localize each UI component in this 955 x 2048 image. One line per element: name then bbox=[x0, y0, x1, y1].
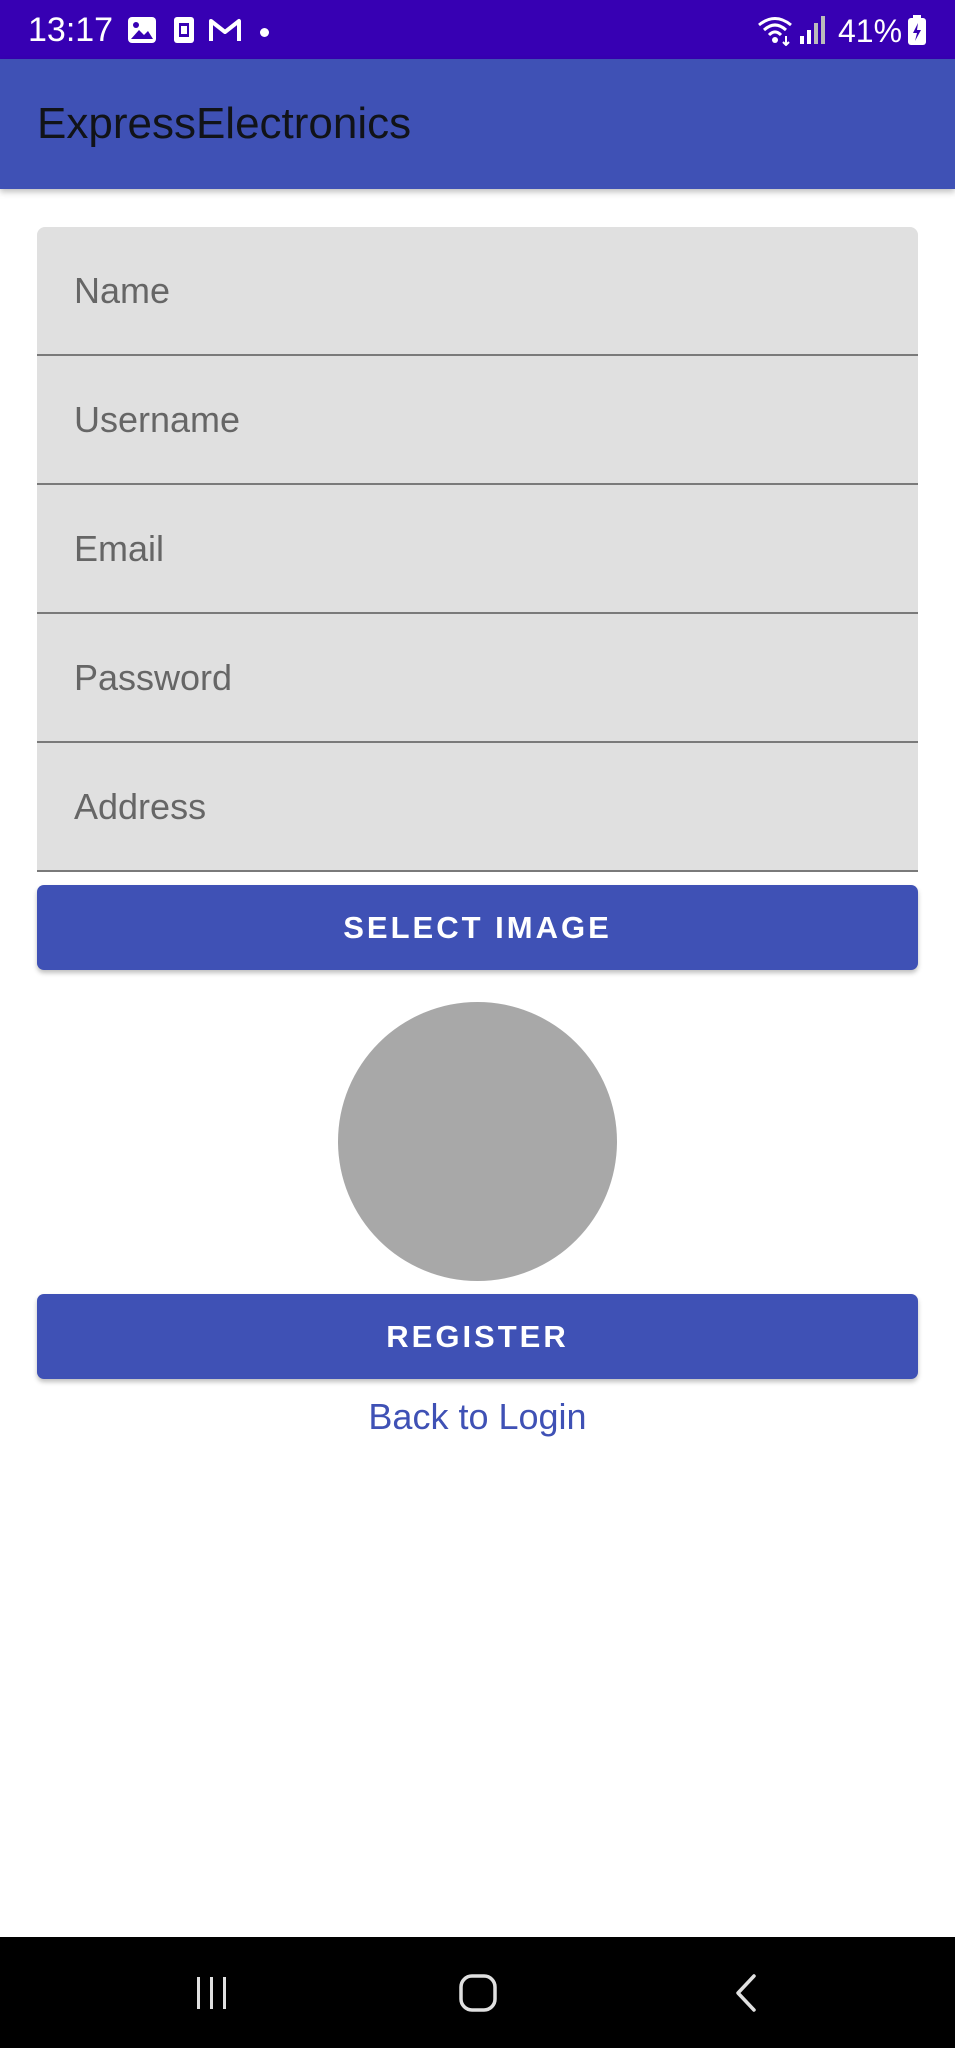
register-button[interactable]: REGISTER bbox=[37, 1294, 918, 1379]
sim-card-icon bbox=[168, 14, 200, 46]
recent-apps-icon[interactable] bbox=[184, 1965, 240, 2021]
email-input[interactable] bbox=[37, 485, 918, 612]
signal-icon bbox=[798, 14, 828, 46]
home-icon[interactable] bbox=[452, 1965, 504, 2021]
gallery-icon bbox=[126, 14, 158, 46]
battery-icon bbox=[906, 14, 928, 46]
address-field[interactable] bbox=[37, 743, 918, 872]
password-field[interactable] bbox=[37, 614, 918, 743]
navigation-bar bbox=[0, 1937, 955, 2048]
select-image-button[interactable]: SELECT IMAGE bbox=[37, 885, 918, 970]
app-bar: ExpressElectronics bbox=[0, 59, 955, 189]
status-bar: 13:17 41% bbox=[0, 0, 955, 59]
back-icon[interactable] bbox=[720, 1965, 772, 2021]
password-input[interactable] bbox=[37, 614, 918, 741]
battery-percent: 41% bbox=[838, 13, 903, 49]
username-field[interactable] bbox=[37, 356, 918, 485]
back-to-login-label[interactable]: Back to Login bbox=[368, 1396, 586, 1437]
wifi-icon bbox=[756, 14, 794, 47]
gmail-icon bbox=[206, 14, 244, 46]
name-input[interactable] bbox=[37, 227, 918, 354]
back-to-login-link[interactable]: Back to Login bbox=[0, 1395, 955, 1439]
address-input[interactable] bbox=[37, 743, 918, 870]
app-title: ExpressElectronics bbox=[37, 99, 412, 148]
notification-dot-icon bbox=[260, 28, 269, 37]
name-field[interactable] bbox=[37, 227, 918, 356]
email-field[interactable] bbox=[37, 485, 918, 614]
status-time: 13:17 bbox=[28, 11, 114, 49]
username-input[interactable] bbox=[37, 356, 918, 483]
avatar-preview bbox=[338, 1002, 617, 1281]
